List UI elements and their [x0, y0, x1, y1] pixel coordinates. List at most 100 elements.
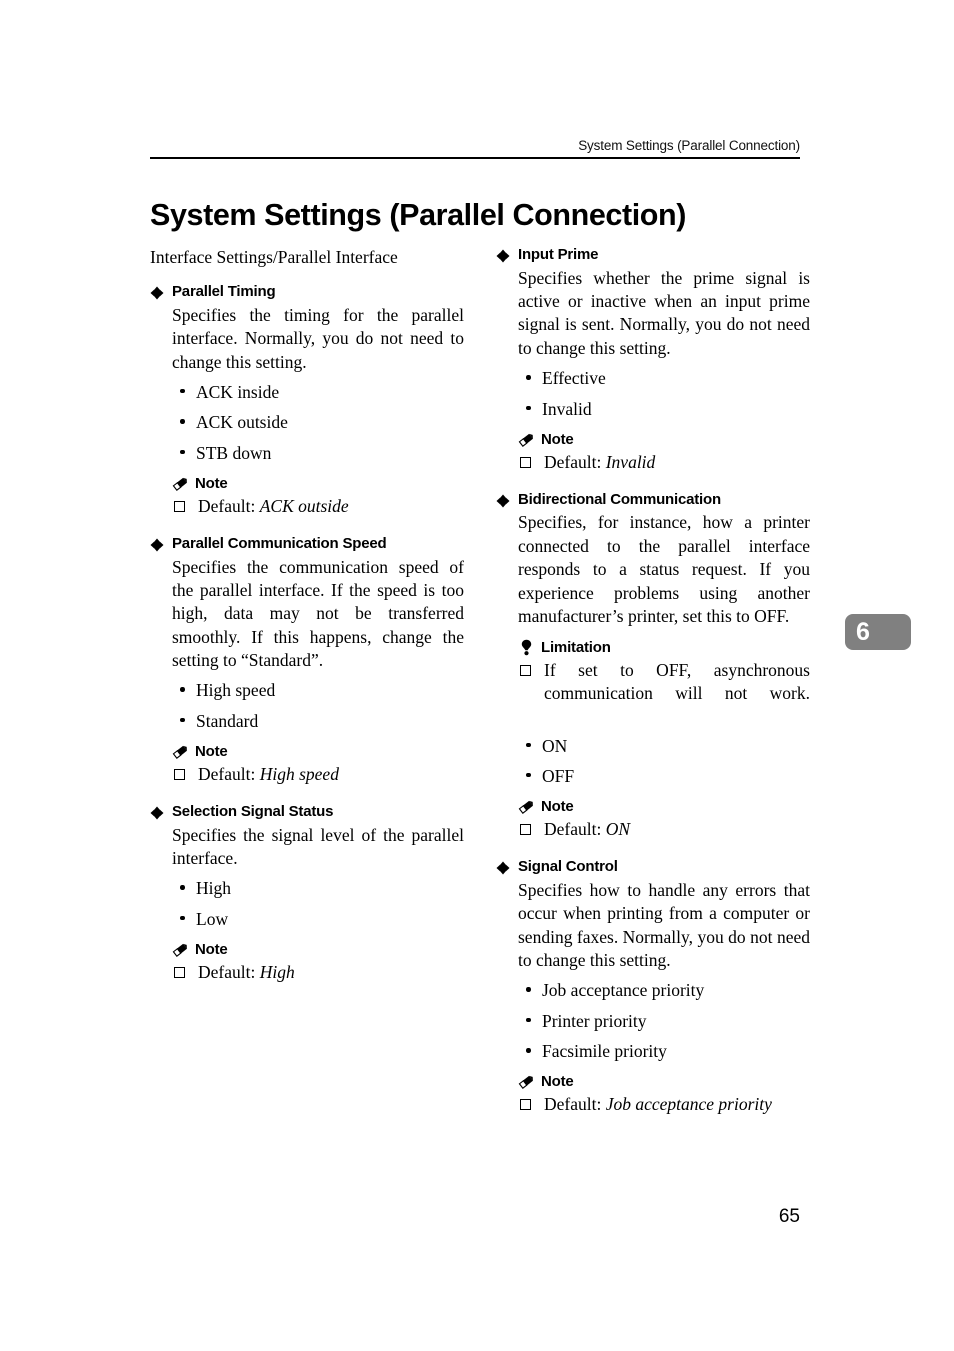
bullet-dot-icon	[180, 915, 185, 921]
limitation-text: If set to OFF, asynchronous communicatio…	[544, 660, 810, 704]
note-block: Note Default: High	[150, 941, 464, 984]
section-body-text: Specifies, for instance, how a printer c…	[518, 512, 810, 626]
note-item: Default: Job acceptance priority	[518, 1093, 810, 1116]
bullet-dot-icon	[180, 885, 185, 890]
diamond-bullet-icon	[150, 806, 164, 820]
running-header: System Settings (Parallel Connection)	[578, 138, 800, 153]
option-item: High speed	[150, 679, 464, 701]
right-column: Input Prime Specifies whether the prime …	[496, 246, 810, 1133]
default-prefix: Default:	[198, 764, 260, 785]
bullet-dot-icon	[180, 687, 185, 692]
bullet-dot-icon	[526, 375, 531, 380]
pencil-icon	[518, 798, 535, 815]
open-square-icon	[520, 824, 531, 836]
section-input-prime: Input Prime Specifies whether the prime …	[496, 246, 810, 474]
open-square-icon	[520, 1099, 531, 1111]
note-item-list: Default: Job acceptance priority	[496, 1093, 810, 1116]
note-item-list: Default: High	[150, 961, 464, 984]
note-item-list: Default: ACK outside	[150, 495, 464, 518]
default-prefix: Default:	[198, 496, 260, 517]
option-list: High speed Standard	[150, 679, 464, 732]
note-block: Note Default: High speed	[150, 743, 464, 786]
default-prefix: Default:	[544, 451, 606, 472]
option-list: High Low	[150, 877, 464, 930]
bullet-dot-icon	[526, 772, 531, 778]
limitation-item-list: If set to OFF, asynchronous communicatio…	[496, 659, 810, 727]
section-heading-label: Selection Signal Status	[172, 802, 334, 820]
option-item: OFF	[496, 765, 810, 787]
intro-line: Interface Settings/Parallel Interface	[150, 247, 398, 267]
pencil-icon	[172, 475, 189, 492]
note-heading-row: Note	[172, 743, 464, 760]
default-value: ACK outside	[259, 496, 349, 517]
note-block: Note Default: Job acceptance priority	[496, 1073, 810, 1116]
option-item: STB down	[150, 442, 464, 464]
pencil-icon	[172, 941, 189, 958]
open-square-icon	[174, 769, 185, 781]
section-selection-signal-status: Selection Signal Status Specifies the si…	[150, 803, 464, 984]
note-heading-row: Note	[172, 475, 464, 492]
option-label: Low	[196, 908, 229, 929]
option-item: High	[150, 877, 464, 899]
chapter-tab: 6	[845, 614, 911, 650]
default-prefix: Default:	[198, 962, 260, 983]
option-list: ON OFF	[496, 735, 810, 788]
note-item-list: Default: Invalid	[496, 451, 810, 474]
default-value: High	[259, 962, 295, 983]
option-item: ON	[496, 735, 810, 757]
page-title: System Settings (Parallel Connection)	[150, 198, 687, 233]
option-item: Effective	[496, 367, 810, 389]
body-columns: Interface Settings/Parallel Interface Pa…	[150, 246, 810, 1133]
option-label: Standard	[196, 710, 259, 731]
option-label: Invalid	[542, 398, 592, 419]
option-label: ON	[542, 735, 568, 756]
diamond-bullet-icon	[496, 494, 510, 508]
note-label: Note	[195, 475, 228, 493]
note-label: Note	[541, 1073, 574, 1091]
limitation-item: If set to OFF, asynchronous communicatio…	[518, 659, 810, 727]
open-square-icon	[520, 456, 531, 468]
section-heading-row: Selection Signal Status	[150, 803, 464, 822]
option-item: Printer priority	[496, 1010, 810, 1032]
diamond-bullet-icon	[150, 538, 164, 552]
open-square-icon	[520, 665, 531, 677]
section-heading-label: Bidirectional Communication	[518, 490, 721, 508]
section-heading-label: Parallel Timing	[172, 283, 276, 301]
diamond-bullet-icon	[496, 249, 510, 263]
section-body-text: Specifies how to handle any errors that …	[518, 879, 810, 970]
option-item: Job acceptance priority	[496, 979, 810, 1001]
section-signal-control: Signal Control Specifies how to handle a…	[496, 858, 810, 1116]
option-item: ACK inside	[150, 381, 464, 403]
chapter-number: 6	[856, 617, 870, 646]
section-heading-row: Bidirectional Communication	[496, 491, 810, 510]
note-heading-row: Note	[518, 431, 810, 448]
section-body-text: Specifies the communication speed of the…	[172, 556, 464, 671]
section-heading-row: Parallel Timing	[150, 283, 464, 302]
section-body-text: Specifies the timing for the parallel in…	[172, 304, 464, 372]
open-square-icon	[174, 967, 185, 979]
pencil-icon	[518, 431, 535, 448]
bullet-dot-icon	[180, 419, 185, 424]
note-block: Note Default: ON	[496, 798, 810, 841]
bullet-dot-icon	[526, 1048, 531, 1053]
option-item: Invalid	[496, 398, 810, 420]
note-item: Default: ON	[518, 818, 810, 841]
bullet-dot-icon	[526, 1017, 531, 1023]
option-label: Printer priority	[542, 1010, 647, 1031]
option-item: ACK outside	[150, 411, 464, 433]
section-bidirectional-communication: Bidirectional Communication Specifies, f…	[496, 491, 810, 841]
note-item: Default: High speed	[172, 763, 464, 786]
limitation-block: Limitation If set to OFF, asynchronous c…	[496, 639, 810, 727]
bullet-dot-icon	[180, 388, 185, 394]
bullet-dot-icon	[526, 405, 531, 411]
note-heading-row: Note	[518, 798, 810, 815]
note-label: Note	[195, 941, 228, 959]
option-list: Job acceptance priority Printer priority…	[496, 979, 810, 1062]
option-label: High	[196, 878, 231, 899]
diamond-bullet-icon	[150, 286, 164, 300]
section-parallel-communication-speed: Parallel Communication Speed Specifies t…	[150, 535, 464, 786]
option-label: STB down	[196, 442, 272, 463]
option-label: ACK inside	[196, 381, 280, 402]
limitation-label: Limitation	[541, 639, 611, 657]
default-value: ON	[605, 819, 631, 840]
